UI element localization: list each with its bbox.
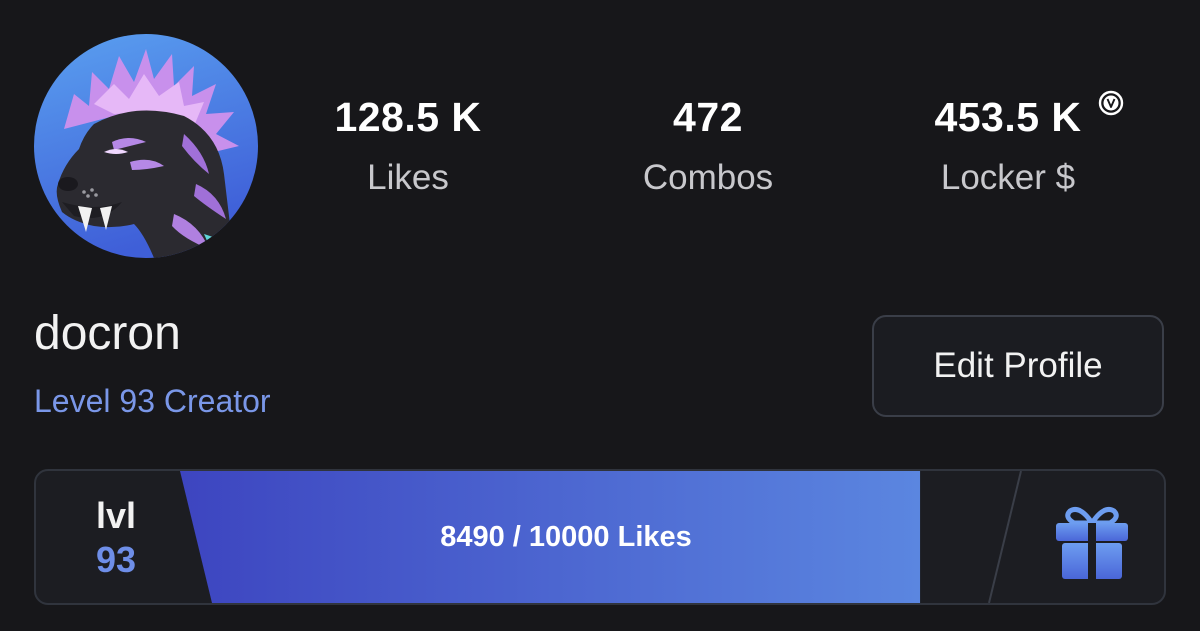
level-progress-card: lvl 93 8490 / 10000 Likes	[34, 469, 1166, 605]
combos-label: Combos	[642, 158, 774, 197]
progress-text: 8490 / 10000 Likes	[440, 520, 692, 553]
locker-label: Locker $	[940, 158, 1076, 197]
panther-avatar-icon	[34, 34, 258, 258]
stat-likes[interactable]: 128.5 K Likes	[288, 92, 528, 198]
likes-label: Likes	[367, 158, 449, 197]
gift-icon[interactable]	[1052, 503, 1132, 579]
stat-combos[interactable]: 472 Combos	[588, 92, 828, 198]
avatar[interactable]	[34, 34, 258, 258]
v-bucks-icon	[1098, 90, 1124, 116]
locker-value: 453.5 K	[934, 94, 1082, 140]
profile-screen: 128.5 K Likes 472 Combos 453.5 K Locker …	[0, 0, 1200, 631]
combos-count: 472	[673, 94, 743, 140]
creator-level-title: Level 93 Creator	[34, 383, 271, 419]
edit-profile-button[interactable]: Edit Profile	[872, 315, 1164, 417]
stat-locker[interactable]: 453.5 K Locker $	[888, 90, 1128, 198]
username: docron	[34, 307, 181, 360]
level-prefix: lvl	[95, 495, 137, 536]
reward-divider	[988, 471, 1022, 603]
likes-count: 128.5 K	[334, 94, 482, 140]
level-number: 93	[95, 539, 137, 580]
